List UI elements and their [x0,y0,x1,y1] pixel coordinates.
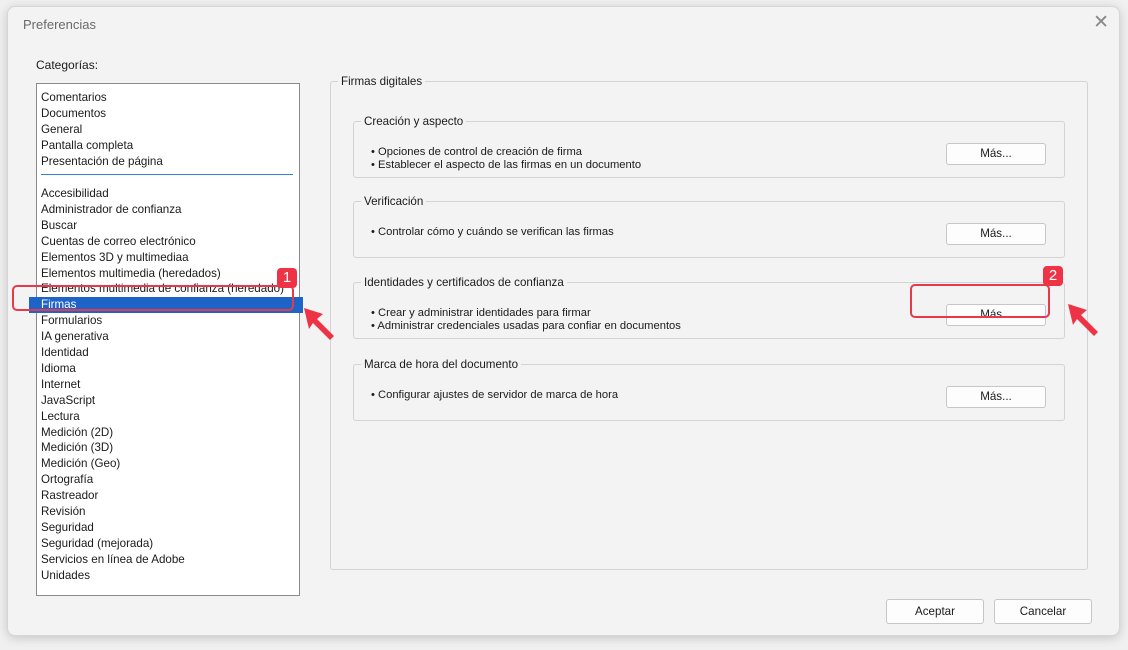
category-item[interactable]: Revisión [41,504,85,520]
section-bullet: • Controlar cómo y cuándo se verifican l… [371,226,614,238]
category-item[interactable]: Comentarios [41,90,107,106]
step-badge-2: 2 [1043,266,1063,286]
category-item[interactable]: Seguridad (mejorada) [41,536,153,552]
category-item[interactable]: Medición (Geo) [41,456,120,472]
category-item[interactable]: Servicios en línea de Adobe [41,552,185,568]
category-item[interactable]: Administrador de confianza [41,202,182,218]
category-item[interactable]: Idioma [41,361,76,377]
accept-button[interactable]: Aceptar [886,599,984,624]
category-item[interactable]: Ortografía [41,472,93,488]
category-item[interactable]: Internet [41,377,80,393]
section-title: Identidades y certificados de confianza [364,276,564,289]
category-separator [41,174,293,175]
section-title: Verificación [364,195,424,208]
section-title: Marca de hora del documento [364,358,519,371]
pointer-arrow-icon [304,308,334,340]
dialog-title: Preferencias [23,17,96,32]
category-item[interactable]: Presentación de página [41,154,163,170]
cancel-button[interactable]: Cancelar [994,599,1092,624]
category-item[interactable]: JavaScript [41,393,95,409]
category-item[interactable]: Medición (2D) [41,425,113,441]
verification-section: Verificación • Controlar cómo y cuándo s… [353,195,1065,258]
category-item[interactable]: Pantalla completa [41,138,133,154]
section-bullet: • Crear y administrar identidades para f… [371,307,591,319]
category-item[interactable]: Seguridad [41,520,94,536]
pointer-arrow-icon [1068,304,1098,336]
highlight-box-identities-button [910,284,1050,318]
verification-more-button[interactable]: Más... [946,223,1046,245]
creation-appearance-section: Creación y aspecto • Opciones de control… [353,115,1065,178]
section-bullet: • Configurar ajustes de servidor de marc… [371,389,619,401]
categories-label: Categorías: [36,58,99,72]
timestamp-section: Marca de hora del documento • Configurar… [353,358,1065,421]
category-item[interactable]: Medición (3D) [41,440,113,456]
digital-signatures-group: Firmas digitales Creación y aspecto • Op… [330,75,1088,570]
category-item[interactable]: Elementos multimedia (heredados) [41,266,221,282]
step-badge-1: 1 [277,268,297,288]
category-item[interactable]: Cuentas de correo electrónico [41,234,196,250]
category-item[interactable]: Documentos [41,106,106,122]
category-item[interactable]: Unidades [41,568,90,584]
category-item[interactable]: Identidad [41,345,89,361]
category-item[interactable]: Accesibilidad [41,186,109,202]
section-bullet: • Opciones de control de creación de fir… [371,146,582,158]
category-item[interactable]: Buscar [41,218,77,234]
category-item[interactable]: Elementos 3D y multimediaa [41,250,189,266]
section-bullet: • Establecer el aspecto de las firmas en… [371,159,642,171]
close-icon[interactable]: ✕ [1093,11,1109,35]
categories-list[interactable]: Comentarios Documentos General Pantalla com… [29,83,303,596]
category-item[interactable]: General [41,122,82,138]
highlight-box-firmas [12,285,294,311]
digital-signatures-title: Firmas digitales [341,75,423,88]
section-bullet: • Administrar credenciales usadas para c… [371,320,681,332]
creation-appearance-more-button[interactable]: Más... [946,143,1046,165]
category-item[interactable]: Formularios [41,313,102,329]
timestamp-more-button[interactable]: Más... [946,386,1046,408]
category-item[interactable]: Lectura [41,409,80,425]
category-item[interactable]: Rastreador [41,488,98,504]
section-title: Creación y aspecto [364,115,464,128]
preferences-dialog: Preferencias ✕ Categorías: Comentarios Do… [7,6,1120,636]
category-item[interactable]: IA generativa [41,329,109,345]
